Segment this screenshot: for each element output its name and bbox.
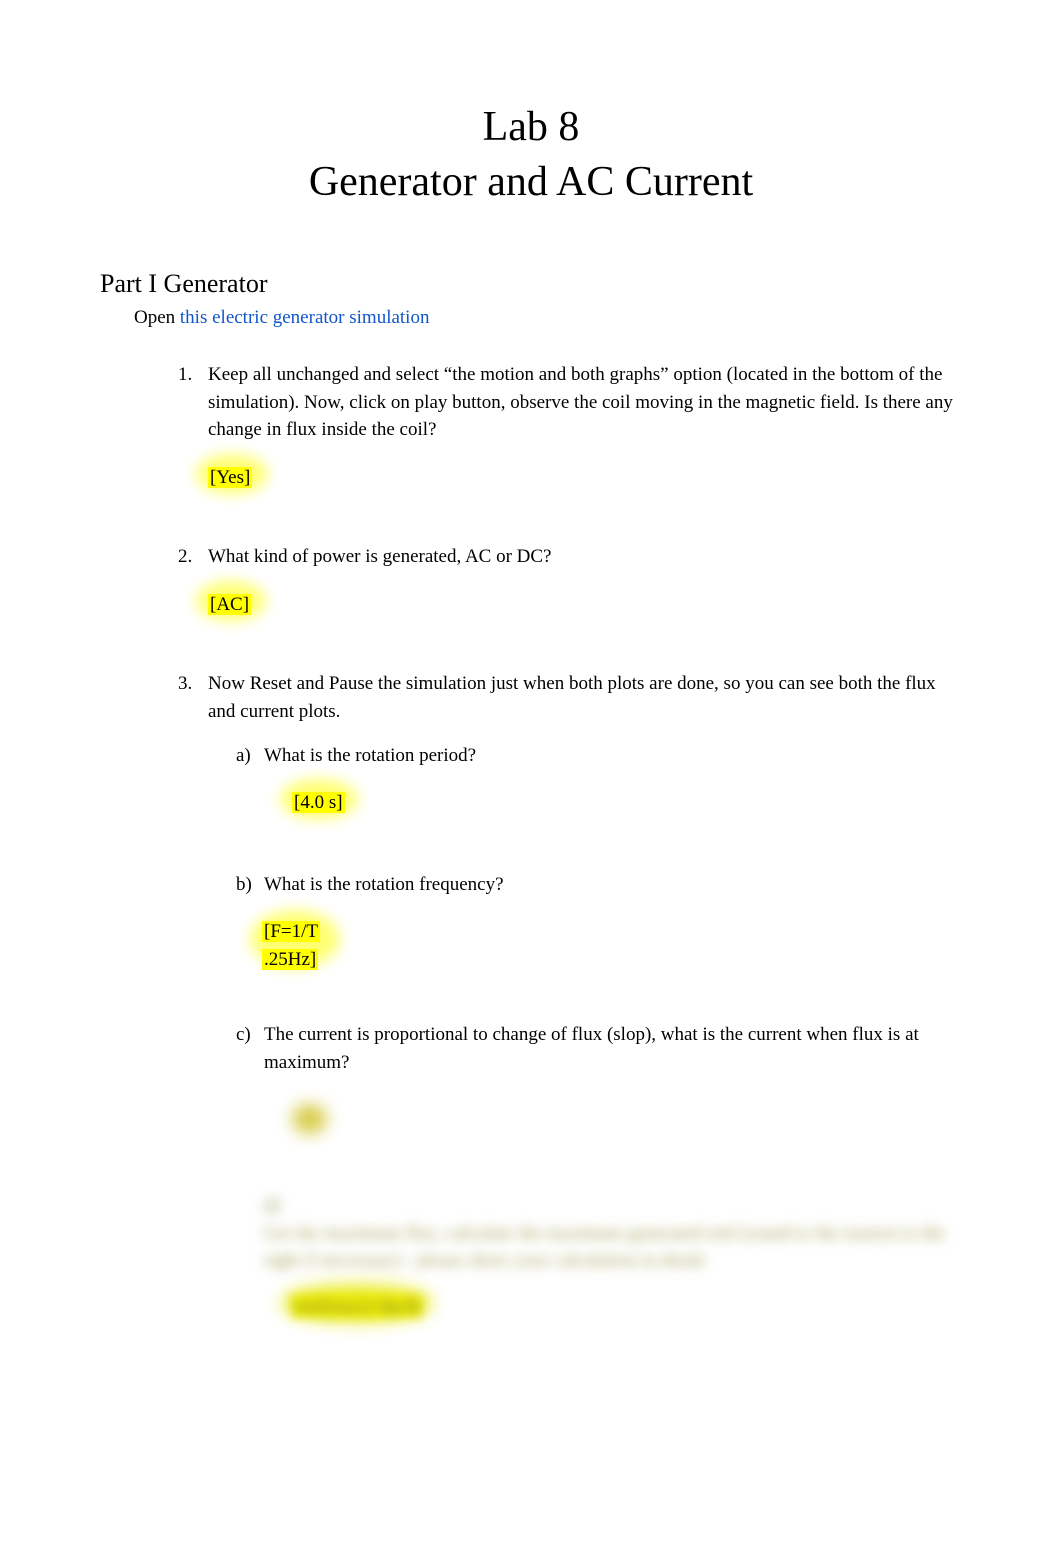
q1-text: Keep all unchanged and select “the motio… [208, 361, 962, 444]
open-simulation-line: Open this electric generator simulation [134, 307, 962, 329]
q1-answer-text: [Yes] [208, 467, 252, 488]
q3d-answer: emf(max)=dφ/dt [292, 1293, 422, 1321]
q3b: b) What is the rotation frequency? [F=1/… [236, 871, 962, 1004]
q2-answer: [AC] [208, 591, 251, 619]
section-heading: Part I Generator [100, 269, 962, 299]
q3-text: Now Reset and Pause the simulation just … [208, 670, 962, 725]
q3d-blurred-text: Get the maximum flux, calculate the maxi… [264, 1220, 962, 1275]
q1-number: 1. [178, 361, 192, 389]
q3c-letter: c) [236, 1021, 251, 1049]
q3b-answer-line2: .25Hz] [262, 949, 318, 970]
q3b-letter: b) [236, 871, 252, 899]
q3b-answer-line1: [F=1/T [262, 921, 320, 942]
question-2: 2. What kind of power is generated, AC o… [178, 543, 962, 654]
simulation-link[interactable]: this electric generator simulation [180, 307, 430, 328]
q1-answer: [Yes] [208, 464, 252, 492]
q3a-letter: a) [236, 742, 251, 770]
question-1: 1. Keep all unchanged and select “the mo… [178, 361, 962, 527]
title-line-1: Lab 8 [100, 100, 962, 155]
q3a-text: What is the rotation period? [264, 742, 962, 770]
open-prefix: Open [134, 307, 180, 328]
title-line-2: Generator and AC Current [100, 155, 962, 210]
q3d: d) Get the maximum flux, calculate the m… [236, 1192, 962, 1320]
q3-number: 3. [178, 670, 192, 698]
q3d-blurred-content: d) Get the maximum flux, calculate the m… [264, 1192, 962, 1275]
q3d-answer-text: emf(max)=dφ/dt [292, 1296, 422, 1317]
q3c-text: The current is proportional to change of… [264, 1021, 962, 1076]
q3a-answer: [4.0 s] [292, 789, 345, 817]
q2-text: What kind of power is generated, AC or D… [208, 543, 962, 571]
q3b-answer: [F=1/T .25Hz] [262, 918, 320, 973]
q2-number: 2. [178, 543, 192, 571]
q3c: c) The current is proportional to change… [236, 1021, 962, 1174]
q3a: a) What is the rotation period? [4.0 s] [236, 742, 962, 853]
q3c-blurred-answer [292, 1104, 327, 1134]
q3-sublist: a) What is the rotation period? [4.0 s] … [236, 742, 962, 1321]
title-block: Lab 8 Generator and AC Current [100, 100, 962, 209]
q2-answer-text: [AC] [208, 594, 251, 615]
q3d-letter: d) [264, 1195, 280, 1216]
q3b-text: What is the rotation frequency? [264, 871, 962, 899]
question-list: 1. Keep all unchanged and select “the mo… [178, 361, 962, 1320]
q3a-answer-text: [4.0 s] [292, 792, 345, 813]
question-3: 3. Now Reset and Pause the simulation ju… [178, 670, 962, 1320]
